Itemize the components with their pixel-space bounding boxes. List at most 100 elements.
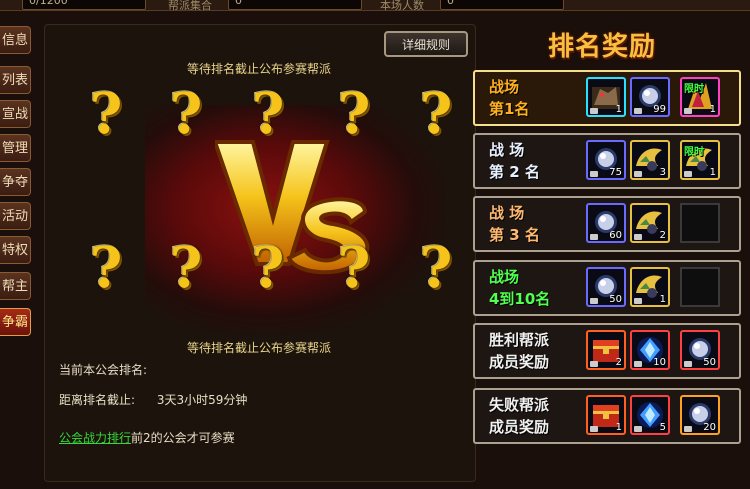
reward-item-count: 50 <box>609 294 622 305</box>
battle-main-panel: 等待排名截止公布参赛帮派 ? ? ? ? ? ? ? ? ? ? 等待排名截止公… <box>44 24 476 482</box>
battle-count-label: 本场人数 <box>380 0 424 12</box>
team-slot-question: ? <box>251 81 285 147</box>
bound-lock-icon <box>684 426 692 432</box>
reward-item[interactable]: 75 <box>586 140 626 180</box>
reward-item[interactable]: 5 <box>630 395 670 435</box>
reward-item-count: 20 <box>703 422 716 433</box>
reward-rank-label: 战场第1名 <box>489 76 529 120</box>
reward-item-count: 2 <box>615 357 622 368</box>
reward-row: 胜利帮派 成员奖励 2 10 50 <box>473 323 741 379</box>
wait-notice-top: 等待排名截止公布参赛帮派 <box>187 62 332 76</box>
reward-item-count: 1 <box>615 104 622 115</box>
battle-count-box: 0 <box>440 0 564 10</box>
reward-title: 排名奖励 <box>548 32 657 62</box>
team-slot-question: ? <box>169 81 203 147</box>
gather-label: 帮派集合 <box>168 0 212 12</box>
reward-item[interactable]: 2 <box>630 203 670 243</box>
rank-label: 当前本公会排名: <box>59 363 148 377</box>
reward-row: 战场 4到10名 50 1 <box>473 260 741 316</box>
limited-time-tag: 限时 <box>684 147 704 158</box>
reward-item[interactable]: 限时 1 <box>680 140 720 180</box>
team-slot-question: ? <box>89 81 123 147</box>
reward-item[interactable]: 10 <box>630 330 670 370</box>
empty-reward-slot <box>680 267 720 307</box>
reward-rank-label: 失败帮派 成员奖励 <box>489 394 549 438</box>
reward-rank-line2: 第1名 <box>489 100 530 118</box>
reward-rank-line1: 战 场 <box>489 204 525 222</box>
reward-rank-line1: 战场 <box>489 78 520 96</box>
reward-item[interactable]: 20 <box>680 395 720 435</box>
bound-lock-icon <box>590 361 598 367</box>
team-slot-question: ? <box>251 235 285 301</box>
reward-item-count: 60 <box>609 230 622 241</box>
reward-item[interactable]: 50 <box>680 330 720 370</box>
reward-rank-label: 战 场第 2 名 <box>489 139 540 183</box>
reward-item[interactable]: 限时 1 <box>680 77 720 117</box>
reward-rank-line1: 失败帮派 <box>489 396 550 414</box>
reward-item-count: 1 <box>709 104 716 115</box>
rank-row: 当前本公会排名: <box>59 361 147 378</box>
bound-lock-icon <box>590 108 598 114</box>
sidebar-item[interactable]: 帮主 <box>0 272 31 300</box>
bound-lock-icon <box>634 298 642 304</box>
reward-item[interactable]: 50 <box>586 267 626 307</box>
sidebar-item[interactable]: 活动 <box>0 202 31 230</box>
sidebar-item[interactable]: 宣战 <box>0 100 31 128</box>
reward-item[interactable]: 1 <box>630 267 670 307</box>
sidebar-item[interactable]: 信息 <box>0 26 31 54</box>
reward-item-count: 1 <box>709 167 716 178</box>
reward-item-count: 1 <box>659 294 666 305</box>
qualify-text: 前2的公会才可参赛 <box>131 431 235 445</box>
reward-row: 失败帮派成员奖励 1 5 20 <box>473 388 741 444</box>
sidebar-item[interactable]: 列表 <box>0 66 31 94</box>
limited-time-tag: 限时 <box>684 84 704 95</box>
reward-item-count: 99 <box>653 104 666 115</box>
deadline-row: 距离排名截止: 3天3小时59分钟 <box>59 391 247 408</box>
reward-rank-line2: 成员奖励 <box>489 418 550 436</box>
reward-item[interactable]: 60 <box>586 203 626 243</box>
reward-item-count: 1 <box>615 422 622 433</box>
bound-lock-icon <box>590 426 598 432</box>
team-slot-question: ? <box>337 235 371 301</box>
reward-rank-label: 战场 4到10名 <box>489 266 550 310</box>
sidebar-item[interactable]: 争夺 <box>0 168 31 196</box>
reward-rank-line2: 4到10名 <box>489 290 551 308</box>
bound-lock-icon <box>634 234 642 240</box>
bound-lock-icon <box>634 426 642 432</box>
deadline-label: 距离排名截止: <box>59 393 136 407</box>
sidebar-item[interactable]: 管理 <box>0 134 31 162</box>
reward-item[interactable]: 1 <box>586 77 626 117</box>
reward-item[interactable]: 2 <box>586 330 626 370</box>
reward-rank-label: 胜利帮派 成员奖励 <box>489 329 549 373</box>
qualify-row: 公会战力排行前2的公会才可参赛 <box>59 429 235 446</box>
bound-lock-icon <box>634 361 642 367</box>
bound-lock-icon <box>684 171 692 177</box>
reward-item-count: 2 <box>659 230 666 241</box>
reward-item-count: 5 <box>659 422 666 433</box>
reward-item[interactable]: 3 <box>630 140 670 180</box>
deadline-countdown: 3天3小时59分钟 <box>156 393 248 407</box>
empty-reward-slot <box>680 203 720 243</box>
bound-lock-icon <box>684 108 692 114</box>
sidebar-item[interactable]: 特权 <box>0 236 31 264</box>
bound-lock-icon <box>634 108 642 114</box>
reward-rank-line2: 成员奖励 <box>489 353 550 371</box>
reward-item-count: 3 <box>659 167 666 178</box>
bound-lock-icon <box>590 298 598 304</box>
member-count-box: 0/1200 <box>22 0 146 10</box>
reward-item[interactable]: 99 <box>630 77 670 117</box>
reward-rank-line1: 战场 <box>489 268 520 286</box>
detail-rules-button[interactable]: 详细规则 <box>384 31 468 57</box>
reward-item-count: 10 <box>653 357 666 368</box>
sidebar-item[interactable]: 争霸 <box>0 308 31 336</box>
bound-lock-icon <box>634 171 642 177</box>
power-ranking-link[interactable]: 公会战力排行 <box>59 431 131 445</box>
wait-notice-bottom: 等待排名截止公布参赛帮派 <box>187 341 332 355</box>
reward-item-count: 50 <box>703 357 716 368</box>
bound-lock-icon <box>590 171 598 177</box>
gather-count-box: 0 <box>228 0 362 10</box>
reward-item[interactable]: 1 <box>586 395 626 435</box>
team-slot-question: ? <box>419 81 453 147</box>
team-slot-question: ? <box>169 235 203 301</box>
bound-lock-icon <box>590 234 598 240</box>
